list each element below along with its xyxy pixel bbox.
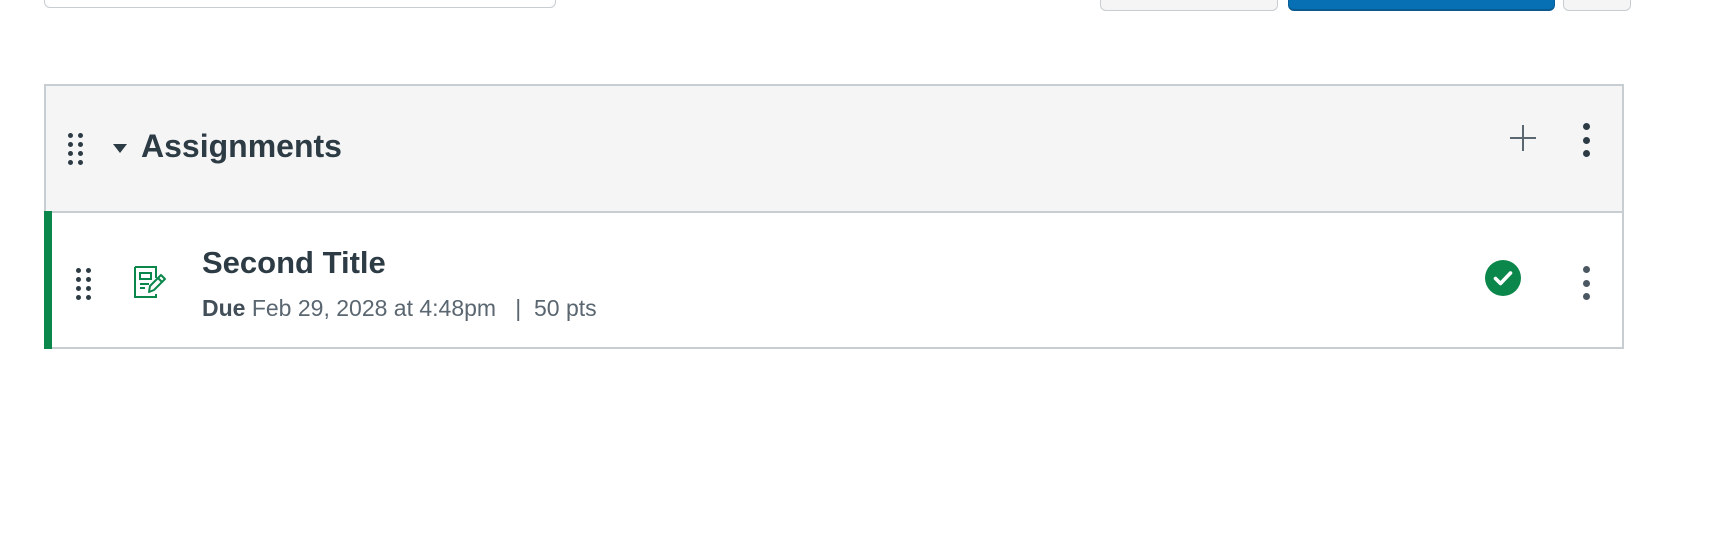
- drag-handle-icon[interactable]: [76, 268, 91, 300]
- drag-handle-icon[interactable]: [68, 133, 83, 165]
- points: 50 pts: [534, 295, 597, 321]
- plus-icon[interactable]: [1510, 125, 1536, 151]
- item-title-link[interactable]: Second Title: [202, 245, 386, 281]
- options-button[interactable]: [1563, 0, 1631, 11]
- published-check-icon[interactable]: [1485, 260, 1521, 296]
- due-label: Due: [202, 295, 246, 321]
- caret-down-icon[interactable]: [113, 144, 127, 153]
- kebab-menu-icon[interactable]: [1576, 123, 1596, 157]
- due-date: Feb 29, 2028 at 4:48pm: [251, 295, 497, 321]
- assignment-icon: [134, 266, 166, 298]
- secondary-button[interactable]: [1100, 0, 1278, 11]
- search-input[interactable]: [44, 0, 556, 8]
- assignments-module: Assignments Second Title Due Feb 29, 202…: [44, 84, 1624, 349]
- item-meta: Due Feb 29, 2028 at 4:48pm | 50 pts: [202, 295, 597, 322]
- module-header[interactable]: Assignments: [46, 86, 1622, 213]
- primary-button[interactable]: [1288, 0, 1555, 11]
- module-item-row: Second Title Due Feb 29, 2028 at 4:48pm …: [44, 211, 1622, 349]
- kebab-menu-icon[interactable]: [1576, 266, 1596, 300]
- meta-separator: |: [515, 295, 522, 321]
- module-title[interactable]: Assignments: [141, 128, 342, 165]
